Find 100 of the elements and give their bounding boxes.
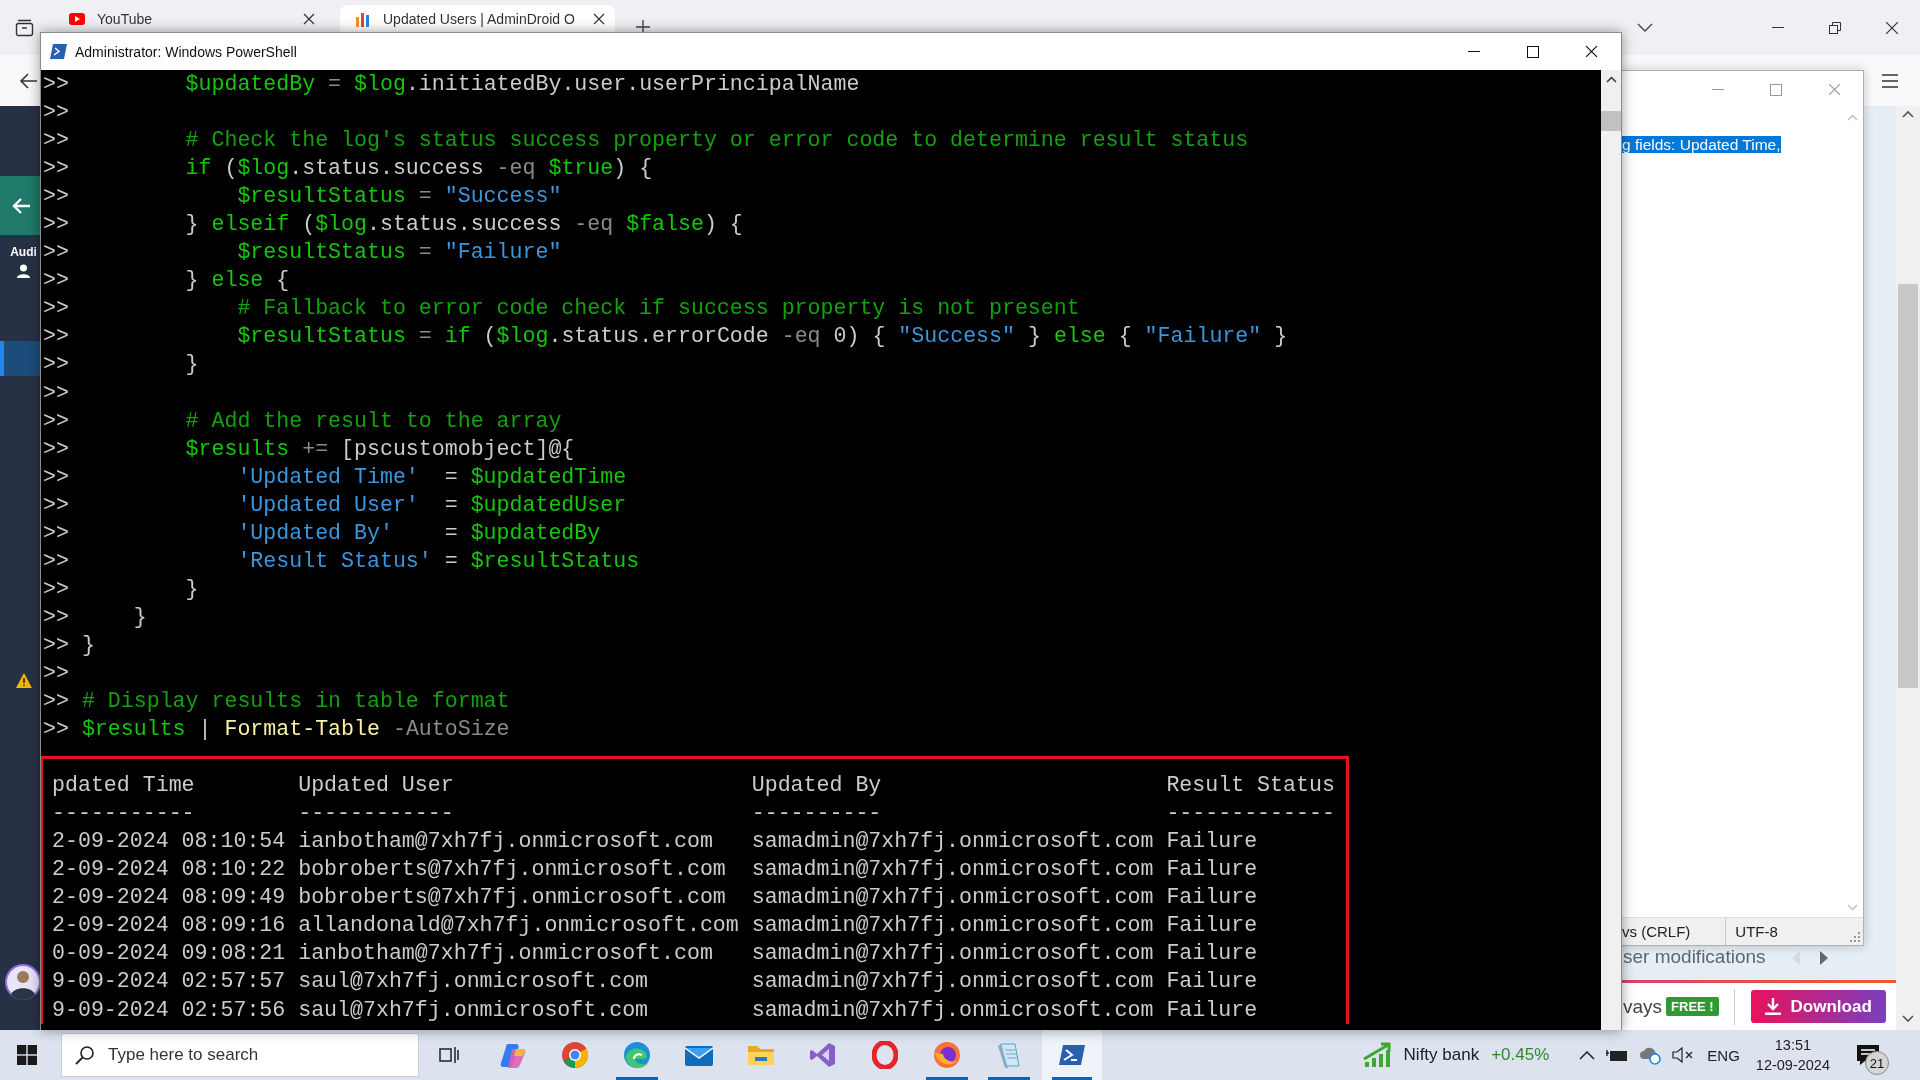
code-line: >> # Fallback to error code check if success property is not present	[43, 295, 1081, 323]
warning-icon	[16, 673, 32, 688]
fox-icon	[933, 1041, 961, 1069]
cloud-icon[interactable]	[1639, 1045, 1662, 1065]
code-line: >> $resultStatus = "Success"	[43, 183, 563, 211]
terminal-icon	[50, 44, 67, 59]
minimize-icon	[1771, 27, 1784, 28]
widget-change: +0.45%	[1491, 1045, 1550, 1065]
column-underline: ------------	[298, 801, 454, 826]
notepad-icon	[995, 1041, 1023, 1069]
table-cell: Failure	[1166, 829, 1258, 854]
language-indicator[interactable]: ENG	[1707, 1046, 1740, 1064]
taskbar-button[interactable]	[1042, 1030, 1102, 1080]
code-line: >> } else {	[43, 267, 291, 295]
tab-overview-icon[interactable]	[15, 18, 34, 37]
person-icon	[17, 264, 30, 278]
table-cell: samadmin@7xh7fj.onmicrosoft.com	[751, 829, 1154, 854]
terminal-icon	[1058, 1043, 1086, 1067]
table-cell: bobroberts@7xh7fj.onmicrosoft.com	[298, 885, 726, 910]
clock-date[interactable]: 12-09-2024	[1755, 1055, 1830, 1075]
encoding-label: UTF-8	[1735, 923, 1778, 940]
code-line: >>	[43, 660, 70, 687]
table-cell: Failure	[1166, 913, 1258, 938]
scroll-up-icon[interactable]	[1902, 110, 1914, 118]
notification-count: 21	[1865, 1051, 1889, 1075]
download-icon	[1764, 998, 1781, 1015]
download-button[interactable]: Download	[1750, 990, 1886, 1023]
arrow-left-icon	[10, 196, 31, 215]
table-cell: allandonald@7xh7fj.onmicrosoft.com	[298, 913, 739, 938]
column-header: pdated Time	[52, 773, 195, 798]
code-line: >> }	[43, 575, 200, 603]
table-cell: 2-09-2024 08:09:16	[52, 913, 286, 938]
table-cell: samadmin@7xh7fj.onmicrosoft.com	[751, 941, 1154, 966]
banner-text: ser modifications	[1623, 946, 1766, 968]
promo-text: vays	[1623, 995, 1663, 1018]
table-cell: Failure	[1166, 885, 1258, 910]
table-cell: Failure	[1166, 941, 1258, 966]
speaker-muted-icon[interactable]	[1672, 1047, 1695, 1063]
ring-icon	[872, 1041, 898, 1069]
code-line: >> # Check the log's status success property or error code to determine result status	[43, 127, 1250, 155]
column-header: Updated User	[298, 773, 454, 798]
code-line: >> }	[43, 351, 200, 379]
column-underline: -----------	[52, 801, 195, 826]
battery-icon[interactable]	[1606, 1048, 1629, 1062]
scroll-up-icon[interactable]	[1605, 76, 1617, 83]
search-icon	[75, 1045, 95, 1065]
browser-icon	[561, 1041, 589, 1069]
code-line: >> }	[43, 603, 148, 631]
free-badge: FREE !	[1666, 997, 1719, 1016]
scroll-down-icon[interactable]	[1902, 1015, 1914, 1023]
line-ending-label: vs (CRLF)	[1622, 923, 1691, 940]
column-underline: ----------	[751, 801, 882, 826]
resize-grip-icon[interactable]	[1850, 932, 1860, 942]
table-cell: samadmin@7xh7fj.onmicrosoft.com	[751, 969, 1154, 994]
sidebar-item[interactable]	[0, 341, 41, 376]
table-cell: samadmin@7xh7fj.onmicrosoft.com	[751, 857, 1154, 882]
scrollbar-thumb[interactable]	[1601, 111, 1621, 131]
minimize-icon	[1712, 89, 1724, 90]
table-cell: saul@7xh7fj.onmicrosoft.com	[298, 969, 649, 994]
code-line: >> $resultStatus = if ($log.status.errorCode -eq 0) { "Success" } else { "Failure" }	[43, 323, 1289, 351]
table-cell: ianbotham@7xh7fj.onmicrosoft.com	[298, 941, 713, 966]
code-line: >> } elseif ($log.status.success -eq $false) {	[43, 211, 744, 239]
chevron-up-icon[interactable]	[1579, 1050, 1596, 1060]
table-cell: 2-09-2024 08:09:49	[52, 885, 286, 910]
table-cell: bobroberts@7xh7fj.onmicrosoft.com	[298, 857, 726, 882]
close-icon[interactable]	[303, 12, 315, 25]
code-line: >> # Add the result to the array	[43, 407, 563, 435]
column-header: Updated By	[751, 773, 882, 798]
code-line: >>	[43, 99, 70, 127]
close-icon	[1585, 45, 1598, 58]
play-icon	[69, 12, 85, 25]
close-icon	[1884, 20, 1899, 35]
task-view-icon	[439, 1046, 459, 1064]
browser-tab[interactable]: Updated Users | AdminDroid O	[340, 5, 615, 32]
avatar[interactable]	[5, 964, 41, 1000]
widget-name[interactable]: Nifty bank	[1403, 1045, 1480, 1065]
chart-icon[interactable]	[1362, 1042, 1393, 1068]
browser-tab[interactable]: YouTube	[54, 5, 325, 32]
table-cell: 9-09-2024 02:57:56	[52, 997, 286, 1022]
new-tab-icon[interactable]	[635, 19, 651, 35]
sparkle-icon	[499, 1041, 527, 1069]
back-button[interactable]	[0, 176, 41, 235]
selected-text: g fields: Updated Time,	[1622, 136, 1781, 153]
clock-time[interactable]: 13:51	[1774, 1035, 1812, 1055]
chevron-down-icon[interactable]	[1637, 23, 1653, 32]
next-arrow-icon[interactable]	[1819, 951, 1828, 965]
table-cell: Failure	[1166, 857, 1258, 882]
table-cell: 2-09-2024 08:10:54	[52, 829, 286, 854]
close-icon[interactable]	[593, 12, 605, 25]
back-arrow-icon[interactable]	[19, 70, 39, 91]
sidebar-item[interactable]: Audi	[0, 245, 41, 278]
table-cell: Failure	[1166, 997, 1258, 1022]
code-line: >> 'Updated By' = $updatedBy	[43, 519, 602, 547]
scrollbar-thumb[interactable]	[1898, 284, 1918, 688]
bars-icon	[355, 10, 371, 27]
code-line: >> $updatedBy = $log.initiatedBy.user.userPrincipalName	[43, 71, 861, 98]
code-line: >> $resultStatus = "Failure"	[43, 239, 563, 267]
table-cell: samadmin@7xh7fj.onmicrosoft.com	[751, 885, 1154, 910]
search-field[interactable]: Type here to search	[61, 1033, 419, 1077]
table-cell: samadmin@7xh7fj.onmicrosoft.com	[751, 997, 1154, 1022]
